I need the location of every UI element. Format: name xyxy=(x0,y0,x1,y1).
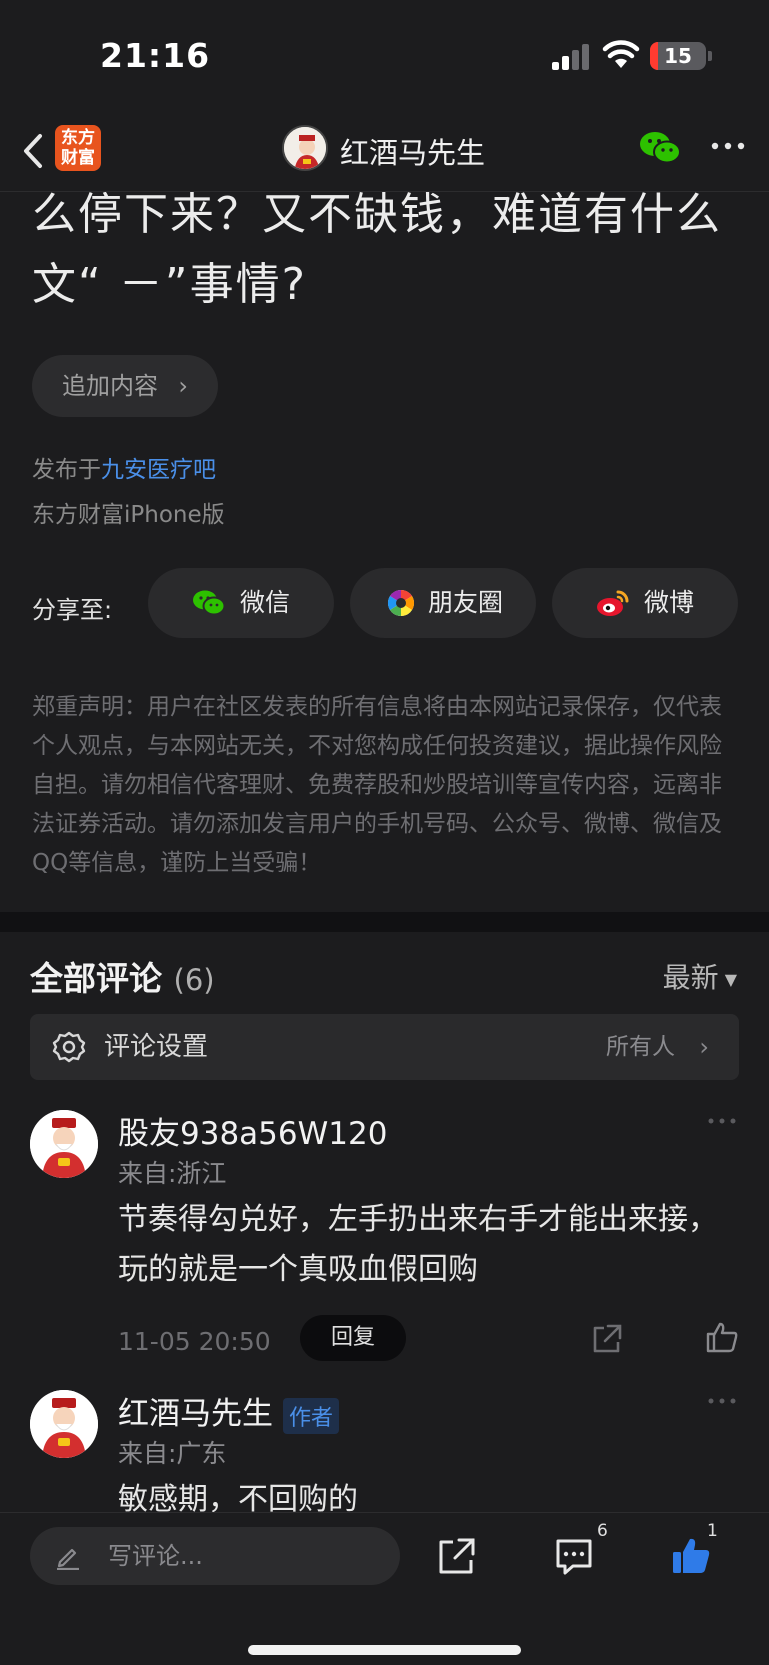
app-logo[interactable]: 东方 财富 xyxy=(55,125,101,171)
comments-title: 全部评论 (6) xyxy=(30,952,215,1000)
comments-title-label: 全部评论 xyxy=(30,959,162,998)
share-wechat-button[interactable]: 微信 xyxy=(148,568,334,638)
comment-bubble-icon[interactable] xyxy=(553,1535,595,1577)
wechat-share-icon[interactable] xyxy=(638,128,682,168)
published-prefix: 发布于 xyxy=(32,457,101,483)
share-moments-button[interactable]: 朋友圈 xyxy=(350,568,536,638)
share-wechat-label: 微信 xyxy=(240,588,291,617)
gear-icon xyxy=(52,1031,86,1063)
more-icon[interactable] xyxy=(710,136,746,156)
add-content-label: 追加内容 xyxy=(62,372,158,400)
comment-text: 节奏得勾兑好，左手扔出来右手才能出来接，玩的就是一个真吸血假回购 xyxy=(118,1202,718,1287)
author-badge: 作者 xyxy=(283,1397,340,1434)
caret-down-icon: ▼ xyxy=(724,969,737,989)
back-icon[interactable] xyxy=(18,128,48,174)
battery-level: 15 xyxy=(664,44,692,68)
status-time: 21:16 xyxy=(100,36,211,75)
post-title-line2: 文“ －”事情? xyxy=(32,259,307,310)
thumbs-up-filled-icon[interactable] xyxy=(670,1535,712,1577)
platform-label: 东方财富iPhone版 xyxy=(32,502,225,528)
comment-settings-value: 所有人 xyxy=(606,1034,675,1060)
comments-count: (6) xyxy=(173,963,215,997)
moments-icon xyxy=(387,589,415,617)
chevron-right-icon: › xyxy=(699,1033,709,1061)
comment-placeholder: 写评论... xyxy=(108,1542,203,1570)
sort-dropdown[interactable]: 最新 ▼ xyxy=(663,956,737,996)
share-weibo-label: 微博 xyxy=(644,588,695,617)
commenter-avatar[interactable] xyxy=(30,1110,98,1178)
author-avatar[interactable] xyxy=(282,125,328,171)
comment-time: 11-05 20:50 xyxy=(118,1327,271,1356)
add-content-button[interactable]: 追加内容 › xyxy=(32,355,218,417)
bottom-action-bar: 写评论... 6 1 xyxy=(0,1512,769,1665)
more-icon[interactable] xyxy=(707,1116,737,1126)
nav-title[interactable]: 红酒马先生 xyxy=(340,130,485,172)
app-logo-line1: 东方 xyxy=(61,128,95,148)
board-link[interactable]: 九安医疗吧 xyxy=(101,457,216,483)
wifi-icon xyxy=(602,40,640,68)
commenter-location: 来自:广东 xyxy=(118,1439,227,1468)
pen-icon xyxy=(57,1548,79,1570)
status-bar: 21:16 15 xyxy=(0,0,769,110)
caishen-avatar-icon xyxy=(284,127,326,169)
caishen-avatar-icon xyxy=(30,1110,98,1178)
comment-count-badge: 6 xyxy=(597,1521,608,1541)
share-weibo-button[interactable]: 微博 xyxy=(552,568,738,638)
post-title: 么停下来？又不缺钱，难道有什么 文“ －”事情? xyxy=(32,180,752,320)
commenter-avatar[interactable] xyxy=(30,1390,98,1458)
thumbs-up-icon[interactable] xyxy=(705,1320,739,1354)
more-icon[interactable] xyxy=(707,1396,737,1406)
battery-icon: 15 xyxy=(650,42,706,70)
comment-input[interactable]: 写评论... xyxy=(30,1527,400,1585)
commenter-name: 红酒马先生 作者 xyxy=(118,1388,340,1434)
chevron-right-icon: › xyxy=(178,372,188,400)
wechat-icon xyxy=(193,590,226,616)
caishen-avatar-icon xyxy=(30,1390,98,1458)
published-in: 发布于九安医疗吧 xyxy=(32,450,216,484)
comment-settings-row[interactable]: 评论设置 所有人 › xyxy=(30,1014,739,1080)
commenter-name-text[interactable]: 红酒马先生 xyxy=(118,1396,273,1432)
commenter-location: 来自:浙江 xyxy=(118,1159,227,1188)
like-count-badge: 1 xyxy=(707,1521,718,1541)
commenter-name[interactable]: 股友938a56W120 xyxy=(118,1108,387,1153)
share-label: 分享至: xyxy=(32,596,113,624)
comment-settings-label: 评论设置 xyxy=(104,1032,209,1062)
share-moments-label: 朋友圈 xyxy=(428,588,504,617)
weibo-icon xyxy=(597,590,629,616)
section-divider xyxy=(0,912,769,932)
nav-bar: 东方 财富 红酒马先生 xyxy=(0,110,769,192)
share-icon[interactable] xyxy=(590,1322,624,1356)
sort-label: 最新 xyxy=(662,961,719,994)
share-icon[interactable] xyxy=(436,1535,478,1577)
reply-button[interactable]: 回复 xyxy=(300,1315,406,1361)
home-indicator[interactable] xyxy=(248,1645,521,1655)
cellular-signal-icon xyxy=(552,44,589,70)
app-logo-line2: 财富 xyxy=(61,148,95,168)
disclaimer-text: 郑重声明：用户在社区发表的所有信息将由本网站记录保存，仅代表个人观点，与本网站无… xyxy=(32,694,722,876)
battery-tip xyxy=(708,51,712,61)
